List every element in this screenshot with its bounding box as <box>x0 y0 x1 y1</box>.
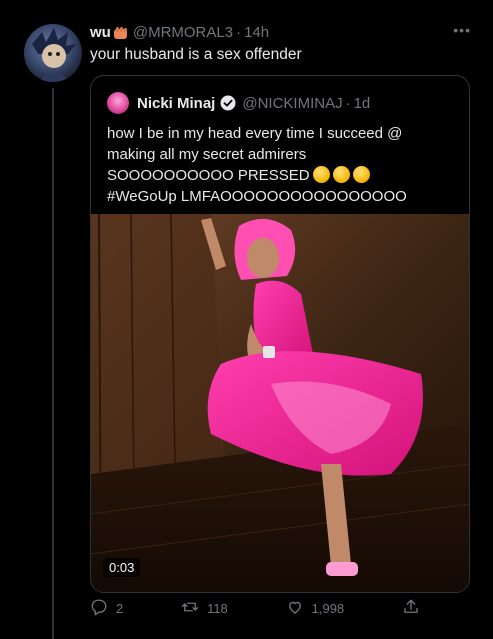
quoted-author-handle[interactable]: @NICKIMINAJ <box>242 95 342 112</box>
tweet-actions: 2 118 1,998 <box>90 598 420 619</box>
zany-face-emoji-icon <box>312 166 330 183</box>
retweet-icon <box>181 598 199 619</box>
tweet-text: your husband is a sex offender <box>90 46 302 63</box>
more-horizontal-icon[interactable]: ••• <box>453 22 471 38</box>
reply-count: 2 <box>116 601 124 616</box>
share-icon <box>402 598 420 619</box>
quoted-text-line: making all my secret admirers <box>107 146 307 163</box>
rofl-emoji-icon <box>352 166 370 183</box>
quoted-tweet-header: Nicki Minaj @NICKIMINAJ · 1d <box>107 92 370 114</box>
tweet-timestamp[interactable]: 14h <box>244 24 269 41</box>
tweet-header: wu @MRMORAL3 · 14h <box>90 24 269 41</box>
quoted-text-line: how I be in my head every time I succeed… <box>107 125 403 142</box>
author-handle[interactable]: @MRMORAL3 <box>133 24 233 41</box>
like-count: 1,998 <box>311 601 345 616</box>
reply-button[interactable]: 2 <box>90 598 123 619</box>
verified-badge-icon <box>220 95 236 111</box>
fist-emoji-icon <box>113 26 129 40</box>
author-display-name[interactable]: wu <box>90 24 111 41</box>
author-avatar[interactable] <box>24 24 82 82</box>
video-frame <box>91 214 469 592</box>
like-button[interactable]: 1,998 <box>286 598 345 619</box>
quoted-text-pressed: SOOOOOOOOOO PRESSED <box>107 167 310 184</box>
quoted-tweet-timestamp[interactable]: 1d <box>354 95 371 112</box>
quoted-tweet[interactable]: Nicki Minaj @NICKIMINAJ · 1d how I be in… <box>90 75 470 593</box>
quoted-text-line: SOOOOOOOOOO PRESSED <box>107 165 457 186</box>
reply-icon <box>90 598 108 619</box>
retweet-count: 118 <box>207 601 228 616</box>
retweet-button[interactable]: 118 <box>181 598 228 619</box>
tongue-face-emoji-icon <box>332 166 350 183</box>
separator-dot: · <box>345 94 351 112</box>
quoted-tweet-text: how I be in my head every time I succeed… <box>107 123 457 207</box>
quoted-author-avatar[interactable] <box>107 92 129 114</box>
video-player[interactable]: 0:03 <box>91 214 469 592</box>
quoted-author-display-name[interactable]: Nicki Minaj <box>137 95 215 112</box>
separator-dot: · <box>236 24 242 41</box>
heart-icon <box>286 598 304 619</box>
share-button[interactable] <box>402 598 420 619</box>
thread-line <box>52 88 54 639</box>
quoted-text-line[interactable]: #WeGoUp LMFAOOOOOOOOOOOOOOOO <box>107 186 457 207</box>
video-time: 0:03 <box>103 558 141 577</box>
